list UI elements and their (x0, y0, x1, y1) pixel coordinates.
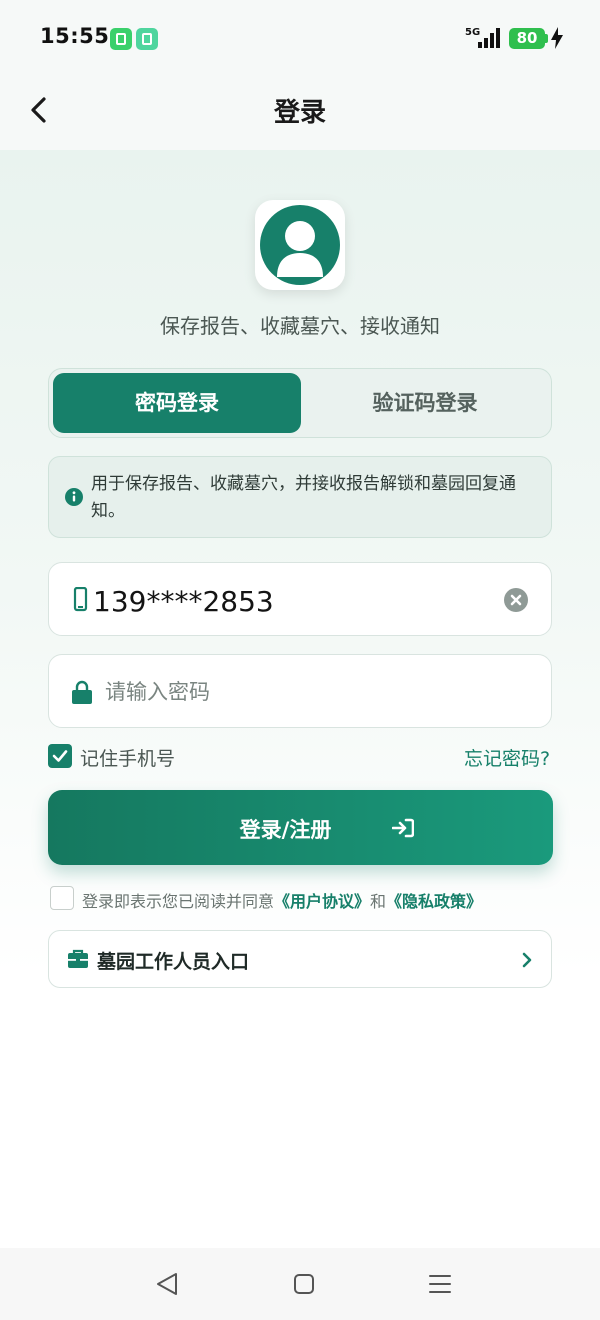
user-avatar-icon (260, 205, 340, 285)
chevron-right-icon (522, 952, 532, 968)
remember-checkbox[interactable] (48, 744, 72, 768)
battery-saver-icon (136, 28, 158, 50)
app-header: 登录 (0, 76, 600, 150)
nav-home-icon[interactable] (289, 1270, 319, 1298)
status-time: 15:55 (40, 24, 110, 48)
signal-icon (478, 28, 502, 48)
tagline: 保存报告、收藏墓穴、接收通知 (160, 314, 440, 338)
info-icon (65, 488, 83, 506)
agreement-text: 登录即表示您已阅读并同意《用户协议》和《隐私政策》 (82, 888, 482, 912)
agreement-prefix: 登录即表示您已阅读并同意 (82, 892, 275, 911)
lock-icon (72, 680, 92, 704)
agreement-and: 和 (370, 892, 387, 911)
login-mode-tabs: 密码登录 验证码登录 (48, 368, 552, 438)
password-input[interactable] (105, 673, 525, 711)
phone-value[interactable]: 139****2853 (93, 585, 274, 618)
app-notification-icon (110, 28, 132, 50)
tab-password-login[interactable]: 密码登录 (53, 373, 301, 433)
status-bar: 15:55 5G 80 (0, 0, 600, 76)
clear-icon[interactable] (503, 587, 529, 613)
staff-entry-button[interactable]: 墓园工作人员入口 (48, 930, 552, 988)
agreement-checkbox[interactable] (50, 886, 74, 910)
sign-in-icon (392, 818, 414, 838)
info-notice: 用于保存报告、收藏墓穴，并接收报告解锁和墓园回复通知。 (48, 456, 552, 538)
privacy-policy-link[interactable]: 《隐私政策》 (386, 892, 482, 911)
notice-text: 用于保存报告、收藏墓穴，并接收报告解锁和墓园回复通知。 (91, 474, 516, 521)
avatar (255, 200, 345, 290)
login-button-label: 登录/注册 (239, 818, 332, 842)
forgot-password-link[interactable]: 忘记密码? (464, 744, 550, 771)
phone-icon (73, 587, 88, 612)
battery-tip (545, 34, 548, 43)
remember-label[interactable]: 记住手机号 (80, 744, 175, 771)
system-nav-bar (0, 1248, 600, 1320)
nav-back-icon[interactable] (152, 1270, 182, 1298)
staff-entry-label: 墓园工作人员入口 (97, 951, 250, 973)
password-field[interactable] (48, 654, 552, 728)
user-agreement-link[interactable]: 《用户协议》 (274, 892, 370, 911)
battery-icon: 80 (509, 28, 545, 49)
charging-icon (551, 27, 563, 49)
tab-code-login[interactable]: 验证码登录 (301, 373, 549, 433)
nav-menu-icon[interactable] (425, 1270, 455, 1298)
page-title: 登录 (273, 98, 326, 128)
briefcase-icon (68, 949, 88, 968)
phone-field[interactable]: 139****2853 (48, 562, 552, 636)
login-register-button[interactable]: 登录/注册 (48, 790, 553, 865)
checkmark-icon (52, 750, 68, 762)
